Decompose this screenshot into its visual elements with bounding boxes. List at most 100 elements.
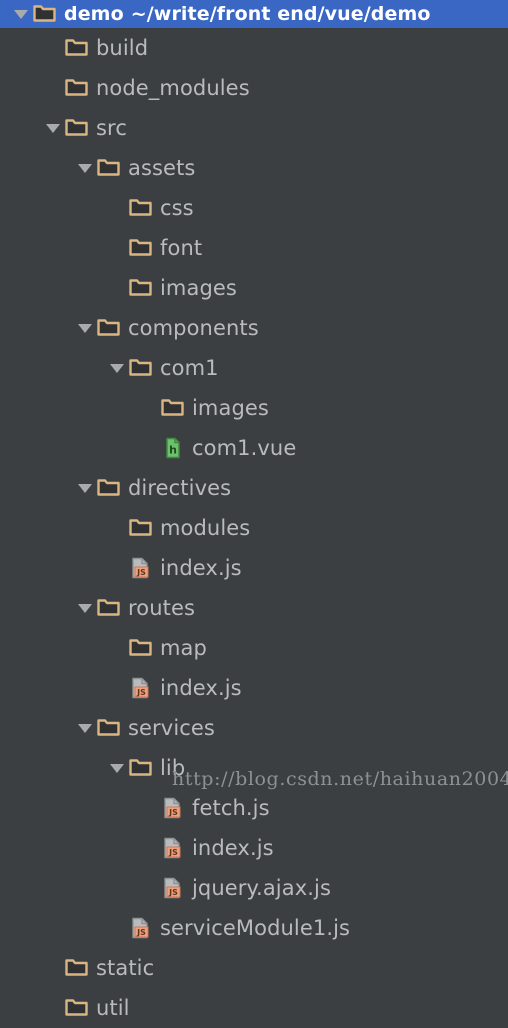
tree-row[interactable]: lib [0,748,508,788]
tree-rows: build node_modulessrc assets css font images c… [0,28,508,1028]
tree-row[interactable]: components [0,308,508,348]
tree-row[interactable]: JS index.js [0,828,508,868]
js-file-icon: JS [128,676,154,700]
tree-row-root[interactable]: demo ~/write/front end/vue/demo [0,0,508,28]
chevron-down-icon[interactable] [106,757,128,779]
tree-node-label: font [160,236,203,260]
tree-node-label: modules [160,516,251,540]
twisty-placeholder [138,877,160,899]
tree-row[interactable]: css [0,188,508,228]
tree-row[interactable]: JS serviceModule1.js [0,908,508,948]
twisty-placeholder [106,637,128,659]
folder-icon [96,156,122,180]
tree-node-label: index.js [160,676,242,700]
svg-text:JS: JS [168,848,178,857]
js-file-icon: JS [160,876,186,900]
tree-node-label: directives [128,476,232,500]
tree-row[interactable]: assets [0,148,508,188]
root-project-path: ~/write/front end/vue/demo [130,3,431,25]
tree-node-label: map [160,636,207,660]
tree-node-label: services [128,716,215,740]
tree-row[interactable]: com1 [0,348,508,388]
tree-node-label: node_modules [96,76,250,100]
chevron-down-icon[interactable] [74,597,96,619]
twisty-placeholder [138,397,160,419]
tree-node-label: index.js [192,836,274,860]
tree-row[interactable]: h com1.vue [0,428,508,468]
tree-row[interactable]: JS jquery.ajax.js [0,868,508,908]
folder-icon [32,2,58,26]
svg-text:h: h [169,444,177,457]
tree-row[interactable]: images [0,268,508,308]
root-label: demo ~/write/front end/vue/demo [64,4,431,24]
tree-node-label: images [192,396,269,420]
tree-row[interactable]: src [0,108,508,148]
chevron-down-icon[interactable] [106,357,128,379]
folder-icon [96,716,122,740]
twisty-placeholder [106,917,128,939]
tree-row[interactable]: services [0,708,508,748]
twisty-placeholder [106,677,128,699]
tree-row[interactable]: map [0,628,508,668]
vue-file-icon: h [160,436,186,460]
tree-row[interactable]: build [0,28,508,68]
twisty-placeholder [42,77,64,99]
folder-icon [64,36,90,60]
tree-node-label: routes [128,596,196,620]
tree-node-label: index.js [160,556,242,580]
folder-icon [128,356,154,380]
folder-icon [96,476,122,500]
svg-text:JS: JS [168,808,178,817]
folder-icon [128,756,154,780]
tree-node-label: images [160,276,237,300]
tree-row[interactable]: util [0,988,508,1028]
tree-node-label: com1.vue [192,436,297,460]
twisty-placeholder [42,37,64,59]
twisty-placeholder [106,197,128,219]
js-file-icon: JS [128,916,154,940]
twisty-placeholder [106,277,128,299]
tree-row[interactable]: JS index.js [0,548,508,588]
tree-row[interactable]: routes [0,588,508,628]
folder-icon [64,76,90,100]
tree-node-label: src [96,116,127,140]
chevron-down-icon[interactable] [74,317,96,339]
js-file-icon: JS [128,556,154,580]
twisty-placeholder [42,957,64,979]
tree-row[interactable]: modules [0,508,508,548]
svg-text:JS: JS [136,928,146,937]
folder-icon [128,276,154,300]
tree-row[interactable]: static [0,948,508,988]
tree-node-label: jquery.ajax.js [192,876,331,900]
chevron-down-icon[interactable] [74,477,96,499]
chevron-down-icon[interactable] [74,157,96,179]
tree-row[interactable]: images [0,388,508,428]
tree-row[interactable]: JS fetch.js [0,788,508,828]
tree-node-label: lib [160,756,186,780]
tree-node-label: build [96,36,149,60]
folder-icon [128,196,154,220]
tree-row[interactable]: JS index.js [0,668,508,708]
chevron-down-icon[interactable] [10,3,32,25]
twisty-placeholder [106,237,128,259]
tree-row[interactable]: font [0,228,508,268]
chevron-down-icon[interactable] [74,717,96,739]
tree-row[interactable]: node_modules [0,68,508,108]
chevron-down-icon[interactable] [42,117,64,139]
folder-icon [160,396,186,420]
tree-row[interactable]: directives [0,468,508,508]
